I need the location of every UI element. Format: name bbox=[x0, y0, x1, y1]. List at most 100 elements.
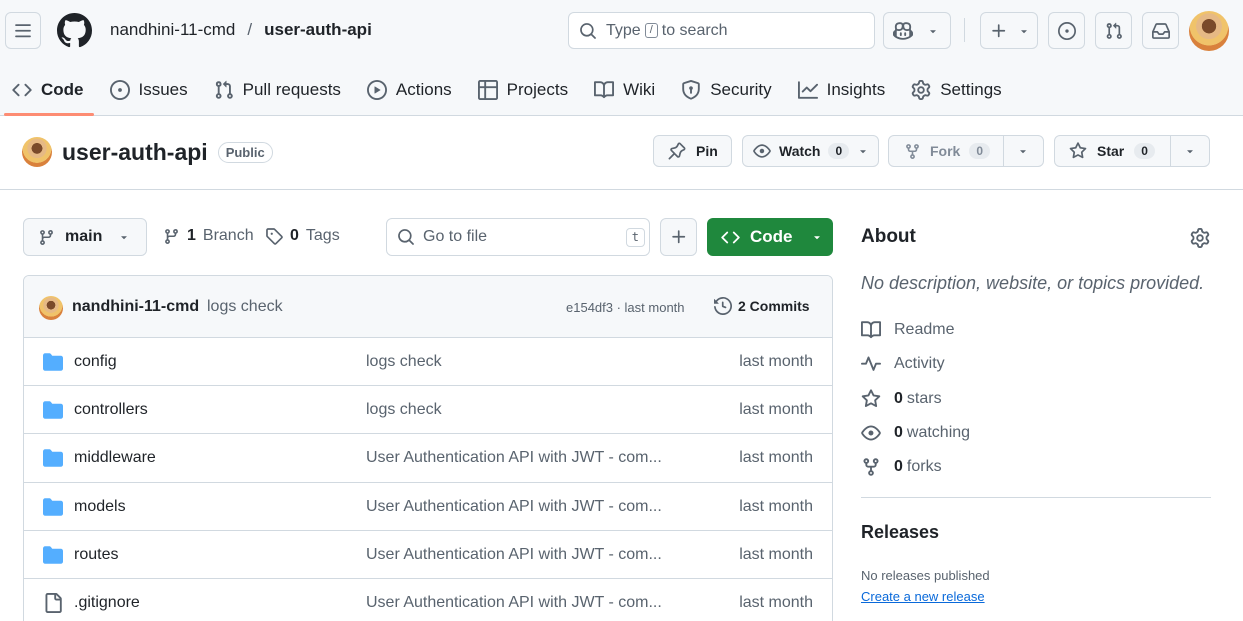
fork-button[interactable]: Fork 0 bbox=[888, 135, 1044, 167]
forks-link[interactable]: 0 forks bbox=[861, 457, 942, 477]
chevron-down-icon bbox=[1187, 150, 1193, 154]
folder-icon bbox=[43, 497, 63, 516]
code-dropdown-button[interactable]: Code bbox=[707, 218, 833, 256]
breadcrumb-separator: / bbox=[247, 20, 253, 39]
table-icon bbox=[477, 80, 498, 100]
tab-issues[interactable]: Issues bbox=[98, 70, 202, 110]
create-new-button[interactable] bbox=[980, 12, 1038, 49]
folder-icon bbox=[43, 401, 63, 419]
star-button[interactable]: Star 0 bbox=[1054, 135, 1210, 167]
tab-wiki[interactable]: Wiki bbox=[582, 70, 669, 110]
file-icon bbox=[45, 592, 62, 613]
owner-link[interactable]: nandhini-11-cmd bbox=[110, 20, 235, 40]
readme-link[interactable]: Readme bbox=[861, 320, 954, 340]
section-divider bbox=[0, 189, 1243, 190]
file-commit-message[interactable]: User Authentication API with JWT - com..… bbox=[366, 546, 662, 564]
file-name[interactable]: config bbox=[74, 353, 117, 371]
file-commit-message[interactable]: logs check bbox=[366, 353, 442, 371]
file-name[interactable]: middleware bbox=[74, 449, 156, 467]
file-commit-message[interactable]: User Authentication API with JWT - com..… bbox=[366, 594, 662, 612]
commit-message[interactable]: logs check bbox=[207, 298, 283, 316]
table-row[interactable]: routes User Authentication API with JWT … bbox=[24, 531, 832, 579]
watching-count: 0 bbox=[894, 424, 903, 441]
menu-button[interactable] bbox=[5, 12, 41, 49]
tab-pull-requests[interactable]: Pull requests bbox=[202, 70, 355, 110]
git-branch-icon bbox=[165, 228, 178, 244]
file-commit-message[interactable]: User Authentication API with JWT - com..… bbox=[366, 498, 662, 516]
inbox-button[interactable] bbox=[1142, 12, 1179, 49]
add-file-button[interactable] bbox=[660, 218, 697, 256]
table-row[interactable]: middleware User Authentication API with … bbox=[24, 434, 832, 483]
branch-label: Branch bbox=[202, 227, 254, 244]
issue-icon bbox=[1057, 21, 1076, 40]
about-settings-button[interactable] bbox=[1190, 228, 1210, 248]
user-avatar[interactable] bbox=[1189, 11, 1229, 51]
create-release-link[interactable]: Create a new release bbox=[861, 589, 985, 604]
folder-icon bbox=[43, 449, 63, 468]
file-name[interactable]: controllers bbox=[74, 401, 148, 419]
tag-label: Tags bbox=[305, 227, 340, 244]
table-row[interactable]: config logs check last month bbox=[24, 338, 832, 387]
pull-requests-button[interactable] bbox=[1095, 12, 1132, 49]
commits-link[interactable]: 2 Commits bbox=[714, 297, 810, 315]
plus-icon bbox=[671, 230, 685, 244]
go-to-file-input[interactable]: Go to file t bbox=[386, 218, 650, 256]
tab-projects[interactable]: Projects bbox=[466, 70, 582, 110]
commit-author-avatar[interactable] bbox=[39, 296, 63, 320]
tab-label: Actions bbox=[395, 80, 452, 99]
tag-count: 0 bbox=[290, 227, 299, 244]
tab-settings[interactable]: Settings bbox=[899, 70, 1015, 110]
file-commit-message[interactable]: logs check bbox=[366, 401, 442, 419]
pulse-icon bbox=[861, 356, 881, 371]
tab-label: Projects bbox=[506, 80, 569, 99]
branches-link[interactable]: 1 Branch bbox=[163, 227, 254, 245]
fork-count: 0 bbox=[969, 143, 991, 159]
repo-link[interactable]: user-auth-api bbox=[264, 20, 372, 40]
table-row[interactable]: models User Authentication API with JWT … bbox=[24, 483, 832, 531]
tab-security[interactable]: Security bbox=[669, 70, 785, 110]
chevron-down-icon bbox=[121, 236, 128, 240]
tab-actions[interactable]: Actions bbox=[355, 70, 466, 110]
repo-forked-icon bbox=[906, 143, 919, 159]
commit-hash-age[interactable]: e154df3 · last month bbox=[566, 300, 685, 315]
tab-insights[interactable]: Insights bbox=[786, 70, 900, 110]
file-age: last month bbox=[739, 497, 813, 515]
book-icon bbox=[861, 321, 881, 339]
file-commit-message[interactable]: User Authentication API with JWT - com..… bbox=[366, 449, 662, 467]
search-input[interactable]: Type / to search bbox=[568, 12, 875, 49]
star-label: Star bbox=[1097, 143, 1125, 159]
owner-avatar[interactable] bbox=[22, 137, 52, 167]
star-dropdown[interactable] bbox=[1170, 136, 1209, 166]
pin-button[interactable]: Pin bbox=[653, 135, 732, 167]
play-icon bbox=[366, 80, 387, 100]
issues-button[interactable] bbox=[1048, 12, 1085, 49]
activity-link[interactable]: Activity bbox=[861, 354, 945, 374]
star-count: 0 bbox=[1134, 143, 1155, 159]
file-name[interactable]: routes bbox=[74, 546, 118, 564]
file-name[interactable]: models bbox=[74, 498, 126, 516]
table-row[interactable]: .gitignore User Authentication API with … bbox=[24, 579, 832, 621]
fork-dropdown[interactable] bbox=[1003, 136, 1042, 166]
star-icon bbox=[1069, 142, 1087, 159]
latest-commit-row: nandhini-11-cmd logs check e154df3 · las… bbox=[24, 276, 832, 338]
folder-icon bbox=[43, 546, 63, 564]
releases-heading[interactable]: Releases bbox=[861, 522, 939, 543]
repo-name[interactable]: user-auth-api bbox=[62, 139, 208, 166]
table-row[interactable]: controllers logs check last month bbox=[24, 386, 832, 435]
no-releases-text: No releases published bbox=[861, 568, 990, 583]
pin-icon bbox=[668, 142, 686, 160]
github-logo-icon[interactable] bbox=[57, 13, 92, 48]
tags-link[interactable]: 0 Tags bbox=[265, 227, 340, 245]
copilot-button[interactable] bbox=[883, 12, 951, 49]
branch-selector[interactable]: main bbox=[23, 218, 147, 256]
star-icon bbox=[861, 389, 881, 408]
commit-author[interactable]: nandhini-11-cmd bbox=[72, 298, 199, 316]
watch-button[interactable]: Watch 0 bbox=[742, 135, 879, 167]
gear-icon bbox=[911, 80, 931, 100]
search-shortcut-key: / bbox=[644, 23, 658, 38]
tab-code[interactable]: Code bbox=[0, 70, 98, 116]
watching-link[interactable]: 0 watching bbox=[861, 423, 970, 443]
chevron-down-icon bbox=[930, 29, 936, 33]
file-name[interactable]: .gitignore bbox=[74, 594, 140, 612]
stars-link[interactable]: 0 stars bbox=[861, 389, 942, 409]
